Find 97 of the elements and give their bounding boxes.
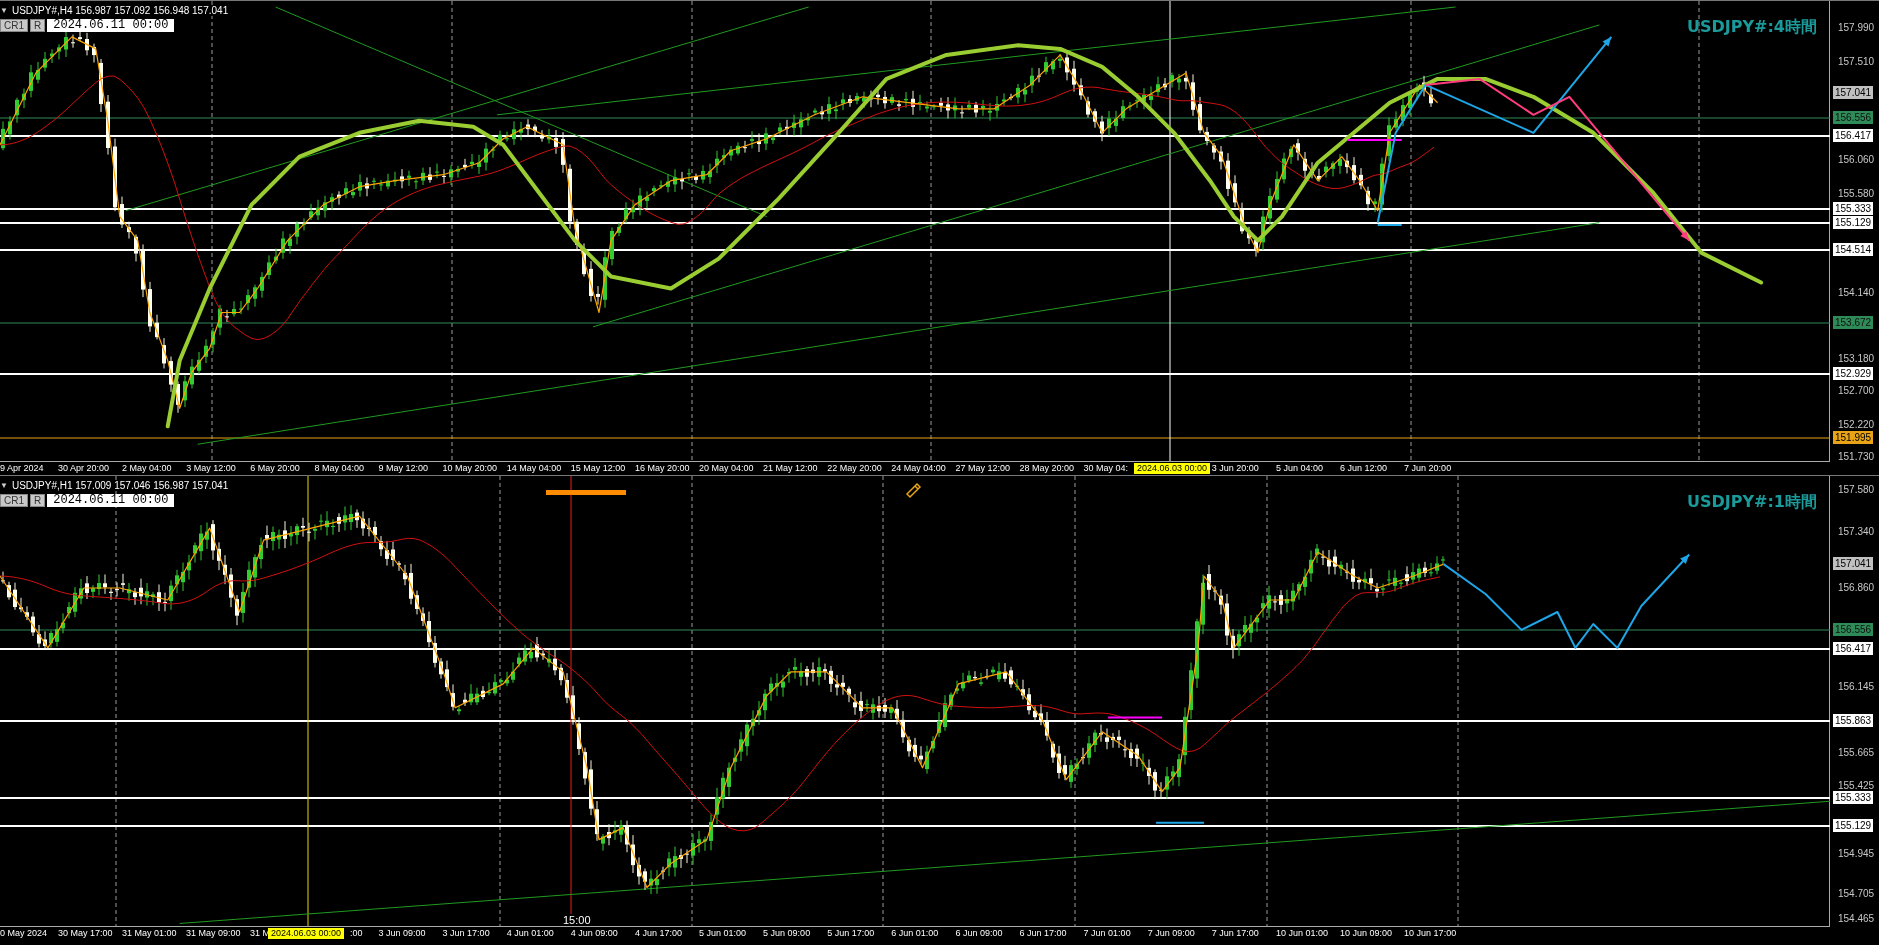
time-label: 9 May 12:00 — [378, 463, 430, 474]
price-label: 157.510 — [1837, 55, 1876, 68]
time-label: 24 May 04:00 — [891, 463, 947, 474]
price-label: 154.465 — [1837, 912, 1876, 925]
price-label: 152.220 — [1837, 418, 1876, 431]
price-label: 157.990 — [1837, 21, 1876, 34]
time-label: 30 Apr 20:00 — [58, 463, 111, 474]
price-label: 155.665 — [1837, 746, 1876, 759]
pencil-icon[interactable] — [906, 482, 922, 498]
time-label: 3 Jun 17:00 — [442, 928, 491, 939]
time-label: 2024.06.03 00:00 — [268, 928, 345, 939]
time-label: 22 May 20:00 — [827, 463, 883, 474]
price-label: 154.945 — [1837, 847, 1876, 860]
time-label: 10 Jun 09:00 — [1340, 928, 1394, 939]
marker-line — [1155, 821, 1205, 824]
date-field[interactable]: 2024.06.11 00:00 — [47, 19, 175, 32]
time-label: 27 May 12:00 — [955, 463, 1011, 474]
time-label: 4 Jun 09:00 — [570, 928, 619, 939]
price-label: 151.730 — [1837, 450, 1876, 463]
price-label: 154.140 — [1837, 286, 1876, 299]
time-label: 6 Jun 17:00 — [1019, 928, 1068, 939]
chart-button[interactable]: R — [30, 19, 46, 32]
price-label: 156.860 — [1837, 581, 1876, 594]
time-label: 2 May 04:00 — [122, 463, 173, 474]
chart-title: USDJPY#:4時間 — [1687, 17, 1817, 38]
symbol-info: USDJPY#,H1 157.009 157.046 156.987 157.041 — [11, 480, 229, 491]
price-label: 156.556 — [1833, 111, 1874, 124]
time-label: 31 May 01:00 — [122, 928, 178, 939]
price-label: 155.333 — [1833, 791, 1874, 804]
time-label: 4 Jun 17:00 — [634, 928, 683, 939]
time-label: 20 May 04:00 — [699, 463, 755, 474]
price-label: 154.705 — [1837, 887, 1876, 900]
marker-line — [1376, 224, 1403, 227]
price-label: 156.417 — [1833, 642, 1874, 655]
time-label: 2024.06.03 00:00 — [1134, 463, 1211, 474]
price-label: 155.863 — [1833, 714, 1874, 727]
time-label: 6 May 20:00 — [250, 463, 301, 474]
menu-glyph[interactable]: ▼ — [0, 481, 8, 490]
time-label: 5 Jun 09:00 — [763, 928, 812, 939]
chart-button[interactable]: CR1 — [0, 19, 28, 32]
time-label: 6 Jun 12:00 — [1340, 463, 1389, 474]
time-label: 5 Jun 01:00 — [699, 928, 748, 939]
price-label: 154.514 — [1833, 243, 1874, 256]
time-label: 10 May 20:00 — [442, 463, 499, 474]
chart-button[interactable]: R — [30, 494, 46, 507]
time-label: 28 May 20:00 — [1019, 463, 1076, 474]
menu-glyph[interactable]: ▼ — [0, 6, 8, 15]
time-label: 15 May 12:00 — [570, 463, 627, 474]
price-label: 155.580 — [1837, 187, 1876, 200]
time-label: 14 May 04:00 — [506, 463, 563, 474]
time-label: 7 Jun 09:00 — [1147, 928, 1196, 939]
price-label: 155.129 — [1833, 216, 1874, 229]
price-label: 157.580 — [1837, 483, 1876, 496]
time-label: 5 Jun 04:00 — [1275, 463, 1324, 474]
time-label: 30 May 04: — [1083, 463, 1130, 474]
price-label: 153.180 — [1837, 352, 1876, 365]
time-label: 0 May 2024 — [0, 928, 49, 939]
time-label: 16 May 20:00 — [634, 463, 691, 474]
price-label: 157.340 — [1837, 525, 1876, 538]
time-label: 8 May 04:00 — [314, 463, 365, 474]
time-label: 31 May 09:00 — [186, 928, 242, 939]
price-label: 155.129 — [1833, 819, 1874, 832]
price-label: 152.700 — [1837, 384, 1876, 397]
chart-title: USDJPY#:1時間 — [1687, 492, 1817, 513]
cursor-time-label: 15:00 — [561, 914, 593, 926]
time-label: 7 Jun 01:00 — [1083, 928, 1132, 939]
time-label: 4 Jun 01:00 — [506, 928, 555, 939]
time-label: 6 Jun 09:00 — [955, 928, 1004, 939]
date-field[interactable]: 2024.06.11 00:00 — [47, 494, 175, 507]
time-label: 5 Jun 17:00 — [827, 928, 876, 939]
chart-button[interactable]: CR1 — [0, 494, 28, 507]
time-label: 21 May 12:00 — [763, 463, 819, 474]
time-label: 10 Jun 17:00 — [1404, 928, 1458, 939]
time-label: 10 Jun 01:00 — [1275, 928, 1329, 939]
time-label: 7 Jun 20:00 — [1404, 463, 1453, 474]
time-label: 7 Jun 17:00 — [1211, 928, 1260, 939]
price-label: 155.425 — [1837, 779, 1876, 792]
price-label: 157.041 — [1833, 557, 1874, 570]
price-label: 156.417 — [1833, 129, 1874, 142]
price-label: 156.556 — [1833, 623, 1874, 636]
time-label: 6 Jun 01:00 — [891, 928, 940, 939]
time-label: 3 Jun 20:00 — [1211, 463, 1260, 474]
price-label: 153.672 — [1833, 316, 1874, 329]
time-label: 30 May 17:00 — [58, 928, 114, 939]
price-label: 152.929 — [1833, 367, 1874, 380]
price-label: 157.041 — [1833, 86, 1874, 99]
price-label: 155.333 — [1833, 202, 1874, 215]
time-label: 3 May 12:00 — [186, 463, 237, 474]
time-label: 3 Jun 09:00 — [378, 928, 427, 939]
symbol-info: USDJPY#,H4 156.987 157.092 156.948 157.041 — [11, 5, 229, 16]
price-label: 151.995 — [1833, 431, 1874, 444]
marker-line — [1346, 138, 1403, 141]
price-label: 156.060 — [1837, 153, 1876, 166]
price-label: 156.145 — [1837, 680, 1876, 693]
time-label: 9 Apr 2024 — [0, 463, 45, 474]
marker-line — [1107, 716, 1164, 719]
time-label: :00 — [350, 928, 364, 939]
